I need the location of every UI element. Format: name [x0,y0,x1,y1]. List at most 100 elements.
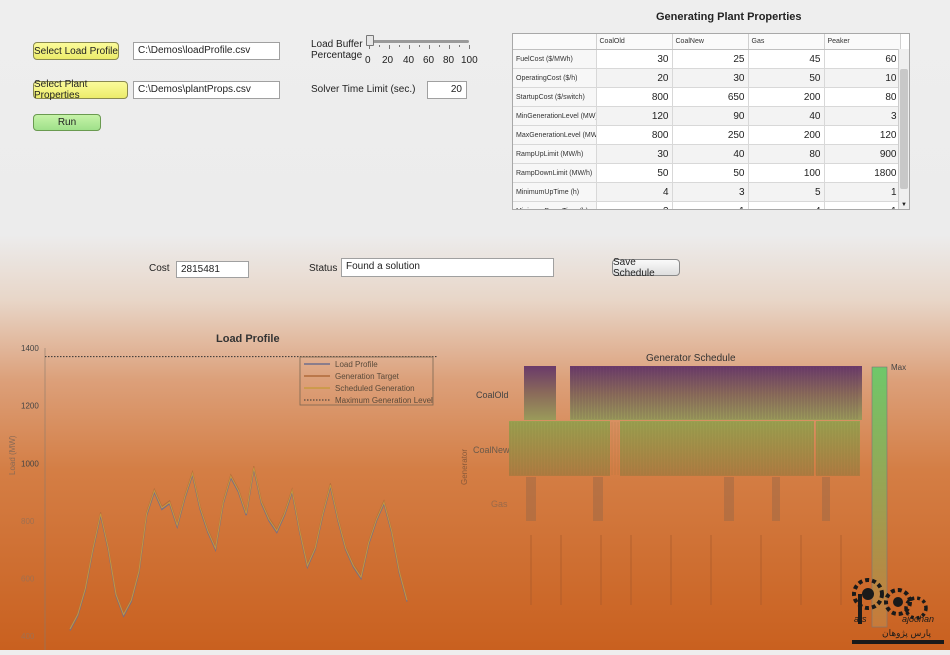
table-corner [513,34,597,50]
table-row: MinimumDownTime (h)3141 [513,201,901,209]
row-label: MinGenerationLevel (MW) [513,106,597,126]
peaker-on-block [670,535,672,605]
column-header[interactable]: CoalNew [672,34,749,50]
load-buffer-slider[interactable]: 0 20 40 60 80 100 [365,34,478,68]
solver-time-label: Solver Time Limit (sec.) [311,84,416,95]
table-cell[interactable]: 50 [672,163,749,183]
table-cell[interactable]: 120 [824,125,901,145]
scroll-down-icon[interactable]: ▼ [901,202,907,208]
peaker-on-block [530,535,532,605]
chart-legend: Load Profile Generation Target Scheduled… [299,356,434,406]
legend-entry: Maximum Generation Level [335,396,433,405]
load-profile-path-field[interactable]: C:\Demos\loadProfile.csv [133,42,280,60]
slider-track [369,40,469,43]
table-cell[interactable]: 30 [596,49,673,69]
table-cell[interactable]: 90 [672,106,749,126]
table-cell[interactable]: 1 [824,201,901,209]
table-cell[interactable]: 5 [748,182,825,202]
load-profile-chart: Load Profile Load (MW) 1400 1200 1000 800 60… [0,325,460,655]
column-header[interactable]: Peaker [824,34,901,50]
table-cell[interactable]: 30 [672,68,749,88]
table-cell[interactable]: 3 [596,201,673,209]
table-cell[interactable]: 20 [596,68,673,88]
slider-tick-marks [369,45,470,50]
table-cell[interactable]: 80 [748,144,825,164]
table-cell[interactable]: 200 [748,125,825,145]
slider-tick [429,45,430,49]
table-cell[interactable]: 80 [824,87,901,107]
table-cell[interactable]: 4 [596,182,673,202]
coalnew-on-block [620,421,684,476]
y-axis-label: Load (MW) [8,435,17,475]
table-cell[interactable]: 250 [672,125,749,145]
solver-time-field[interactable]: 20 [427,81,467,99]
column-header[interactable]: CoalOld [596,34,673,50]
table-cell[interactable]: 3 [672,182,749,202]
table-cell[interactable]: 4 [748,201,825,209]
schedule-title: Generator Schedule [646,353,736,364]
table-cell[interactable]: 100 [748,163,825,183]
table-cell[interactable]: 1 [672,201,749,209]
table-cell[interactable]: 3 [824,106,901,126]
load-buffer-label-2: Percentage [311,50,363,61]
row-label: RampDownLimit (MW/h) [513,163,597,183]
legend-entry: Load Profile [335,360,378,369]
table-cell[interactable]: 800 [596,125,673,145]
peaker-on-block [800,535,802,605]
table-cell[interactable]: 800 [596,87,673,107]
slider-tick-label: 20 [382,55,394,66]
slider-tick [459,45,460,47]
row-label: MinimumDownTime (h) [513,201,597,209]
table-cell[interactable]: 40 [672,144,749,164]
table-cell[interactable]: 1800 [824,163,901,183]
save-schedule-button[interactable]: Save Schedule [612,257,680,279]
plant-props-path-field[interactable]: C:\Demos\plantProps.csv [133,81,280,99]
gas-on-block [593,477,603,521]
peaker-on-block [630,535,632,605]
svg-text:ars: ars [854,614,867,624]
table-cell[interactable]: 40 [748,106,825,126]
run-button[interactable]: Run [33,114,101,131]
table-cell[interactable]: 50 [748,68,825,88]
table-row: MinGenerationLevel (MW) 120 90 40 3 [513,106,901,126]
table-cell[interactable]: 30 [596,144,673,164]
table-row: MinimumUpTime (h) 4 3 5 1 [513,182,901,202]
cost-label: Cost [149,263,170,274]
row-label: StartupCost ($/switch) [513,87,597,107]
generator-label-coalold: CoalOld [476,390,509,400]
slider-tick [409,45,410,49]
cost-field: 2815481 [176,261,249,278]
table-cell[interactable]: 900 [824,144,901,164]
gas-on-block [772,477,780,521]
table-cell[interactable]: 50 [596,163,673,183]
table-cell[interactable]: 45 [748,49,825,69]
table-cell[interactable]: 10 [824,68,901,88]
table-row: RampDownLimit (MW/h) 50 50 100 1800 [513,163,901,183]
table-cell[interactable]: 120 [596,106,673,126]
row-label: MaxGenerationLevel (MW) [513,125,597,145]
table-cell[interactable]: 650 [672,87,749,107]
table-cell[interactable]: 1 [824,182,901,202]
y-tick-label: 400 [21,632,35,641]
colorbar-max-label: Max [891,363,906,372]
table-header-row: CoalOld CoalNew Gas Peaker [513,34,901,50]
select-plant-properties-button[interactable]: Select Plant Properties [33,79,128,101]
gas-on-block [526,477,536,521]
pars-pajoohan-logo: ars ajoohan پارس پژوهان [848,572,948,648]
table-cell[interactable]: 60 [824,49,901,69]
plant-properties-table[interactable]: CoalOld CoalNew Gas Peaker FuelCost ($/M… [512,33,910,210]
y-tick-label: 800 [21,517,35,526]
table-row: StartupCost ($/switch) 800 650 200 80 [513,87,901,107]
slider-tick-label: 0 [365,55,371,66]
peaker-on-block [560,535,562,605]
table-cell[interactable]: 200 [748,87,825,107]
scrollbar-thumb[interactable] [900,69,908,189]
row-label: FuelCost ($/MWh) [513,49,597,69]
table-cell[interactable]: 25 [672,49,749,69]
column-header[interactable]: Gas [748,34,825,50]
select-load-profile-button[interactable]: Select Load Profile [33,42,119,60]
table-scrollbar[interactable]: ▼ [898,49,909,209]
schedule-y-axis-label: Generator [460,449,469,485]
peaker-on-block [840,535,842,605]
status-field: Found a solution [341,258,554,277]
